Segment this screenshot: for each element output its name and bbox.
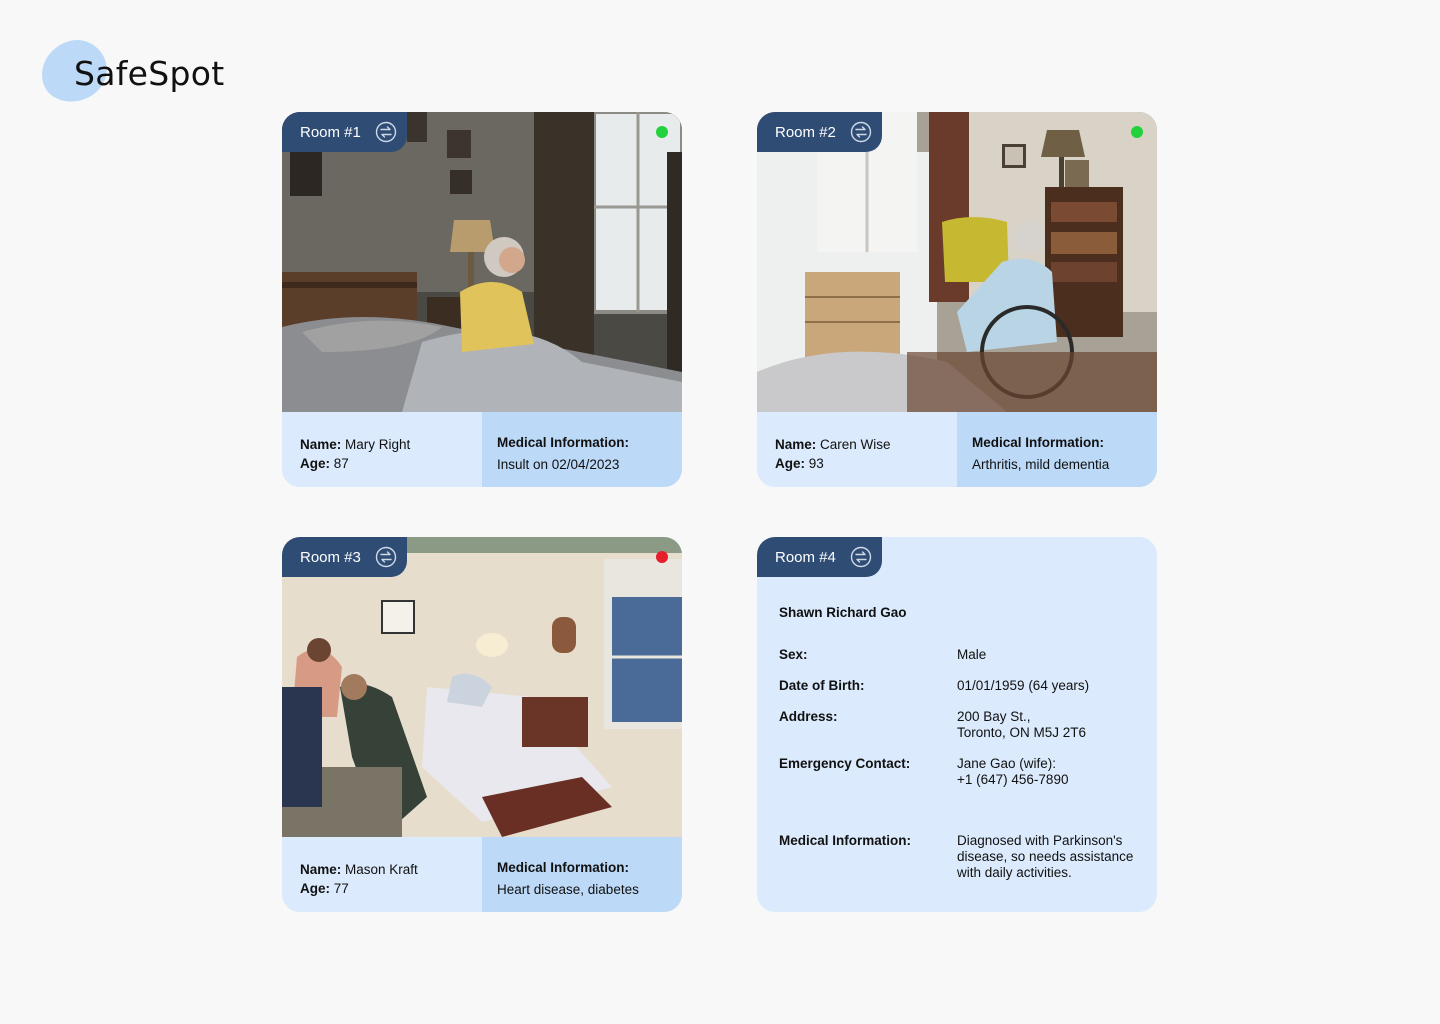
room-tab-1[interactable]: Room #1 <box>282 112 407 152</box>
room-tab-3[interactable]: Room #3 <box>282 537 407 577</box>
patient-basic-info: Name: Mason Kraft Age: 77 <box>282 837 482 912</box>
room-tab-2[interactable]: Room #2 <box>757 112 882 152</box>
patient-summary: Name: Mason Kraft Age: 77 Medical Inform… <box>282 837 682 912</box>
name-label: Name: <box>300 862 342 877</box>
status-dot-alert <box>656 551 668 563</box>
medical-info-value: Insult on 02/04/2023 <box>497 457 620 472</box>
room-tab-4[interactable]: Room #4 <box>757 537 882 577</box>
status-dot <box>1131 126 1143 138</box>
room-card-1[interactable]: Room #1 Name: Mary Right Age: 87 Medical… <box>282 112 682 487</box>
patient-age: 87 <box>333 456 349 471</box>
age-label: Age: <box>300 456 330 471</box>
medical-info-label: Medical Information: <box>972 435 1105 450</box>
medical-info: Medical Information: Heart disease, diab… <box>482 837 682 912</box>
room-label: Room #4 <box>775 548 836 566</box>
medical-info-value: Diagnosed with Parkinson's disease, so n… <box>957 833 1142 881</box>
status-dot <box>656 126 668 138</box>
name-label: Name: <box>300 437 342 452</box>
medical-info-value: Arthritis, mild dementia <box>972 457 1110 472</box>
dob-label: Date of Birth: <box>779 678 865 693</box>
medical-info-value: Heart disease, diabetes <box>497 882 639 897</box>
age-label: Age: <box>300 881 330 896</box>
patient-name: Mary Right <box>345 437 411 452</box>
room-camera-feed-3[interactable] <box>282 537 682 837</box>
patient-name: Caren Wise <box>820 437 891 452</box>
emergency-contact-label: Emergency Contact: <box>779 756 911 771</box>
patient-basic-info: Name: Caren Wise Age: 93 <box>757 412 957 487</box>
patient-age: 77 <box>333 881 349 896</box>
medical-info-line-3: with daily activities. <box>957 865 1072 880</box>
dob-value: 01/01/1959 (64 years) <box>957 678 1090 693</box>
patient-full-name: Shawn Richard Gao <box>779 605 907 620</box>
patient-age: 93 <box>808 456 824 471</box>
sex-label: Sex: <box>779 647 808 662</box>
room-label: Room #1 <box>300 123 361 141</box>
emergency-contact-name: Jane Gao (wife): <box>957 756 1057 771</box>
swap-arrows-icon[interactable] <box>375 546 397 568</box>
room-label: Room #3 <box>300 548 361 566</box>
address-line-1: 200 Bay St., <box>957 709 1031 724</box>
medical-info-label: Medical Information: <box>497 435 630 450</box>
patient-name: Mason Kraft <box>345 862 418 877</box>
sex-value: Male <box>957 647 987 662</box>
address-label: Address: <box>779 709 838 724</box>
room-label: Room #2 <box>775 123 836 141</box>
room-card-3[interactable]: Room #3 Name: Mason Kraft Age: 77 Medica… <box>282 537 682 912</box>
address-line-2: Toronto, ON M5J 2T6 <box>957 725 1087 740</box>
medical-info: Medical Information: Insult on 02/04/202… <box>482 412 682 487</box>
swap-arrows-icon[interactable] <box>850 546 872 568</box>
medical-info-label: Medical Information: <box>497 860 630 875</box>
swap-arrows-icon[interactable] <box>850 121 872 143</box>
safespot-logo[interactable]: SafeSpot <box>33 32 240 110</box>
medical-info-line-2: disease, so needs assistance <box>957 849 1134 864</box>
logo-text: SafeSpot <box>74 54 225 93</box>
patient-summary: Name: Caren Wise Age: 93 Medical Informa… <box>757 412 1157 487</box>
emergency-contact-phone[interactable]: +1 (647) 456-7890 <box>957 772 1142 788</box>
patient-summary: Name: Mary Right Age: 87 Medical Informa… <box>282 412 682 487</box>
room-camera-feed-1[interactable] <box>282 112 682 412</box>
room-card-4[interactable]: Room #4 Shawn Richard Gao Sex: Male Date… <box>757 537 1157 912</box>
age-label: Age: <box>775 456 805 471</box>
emergency-contact-value: Jane Gao (wife): +1 (647) 456-7890 <box>957 756 1142 788</box>
medical-info: Medical Information: Arthritis, mild dem… <box>957 412 1157 487</box>
swap-arrows-icon[interactable] <box>375 121 397 143</box>
patient-basic-info: Name: Mary Right Age: 87 <box>282 412 482 487</box>
address-value: 200 Bay St., Toronto, ON M5J 2T6 <box>957 709 1142 741</box>
medical-info-label: Medical Information: <box>779 833 912 848</box>
room-card-2[interactable]: Room #2 Name: Caren Wise Age: 93 Medical… <box>757 112 1157 487</box>
name-label: Name: <box>775 437 817 452</box>
medical-info-line-1: Diagnosed with Parkinson's <box>957 833 1123 848</box>
room-camera-feed-2[interactable] <box>757 112 1157 412</box>
